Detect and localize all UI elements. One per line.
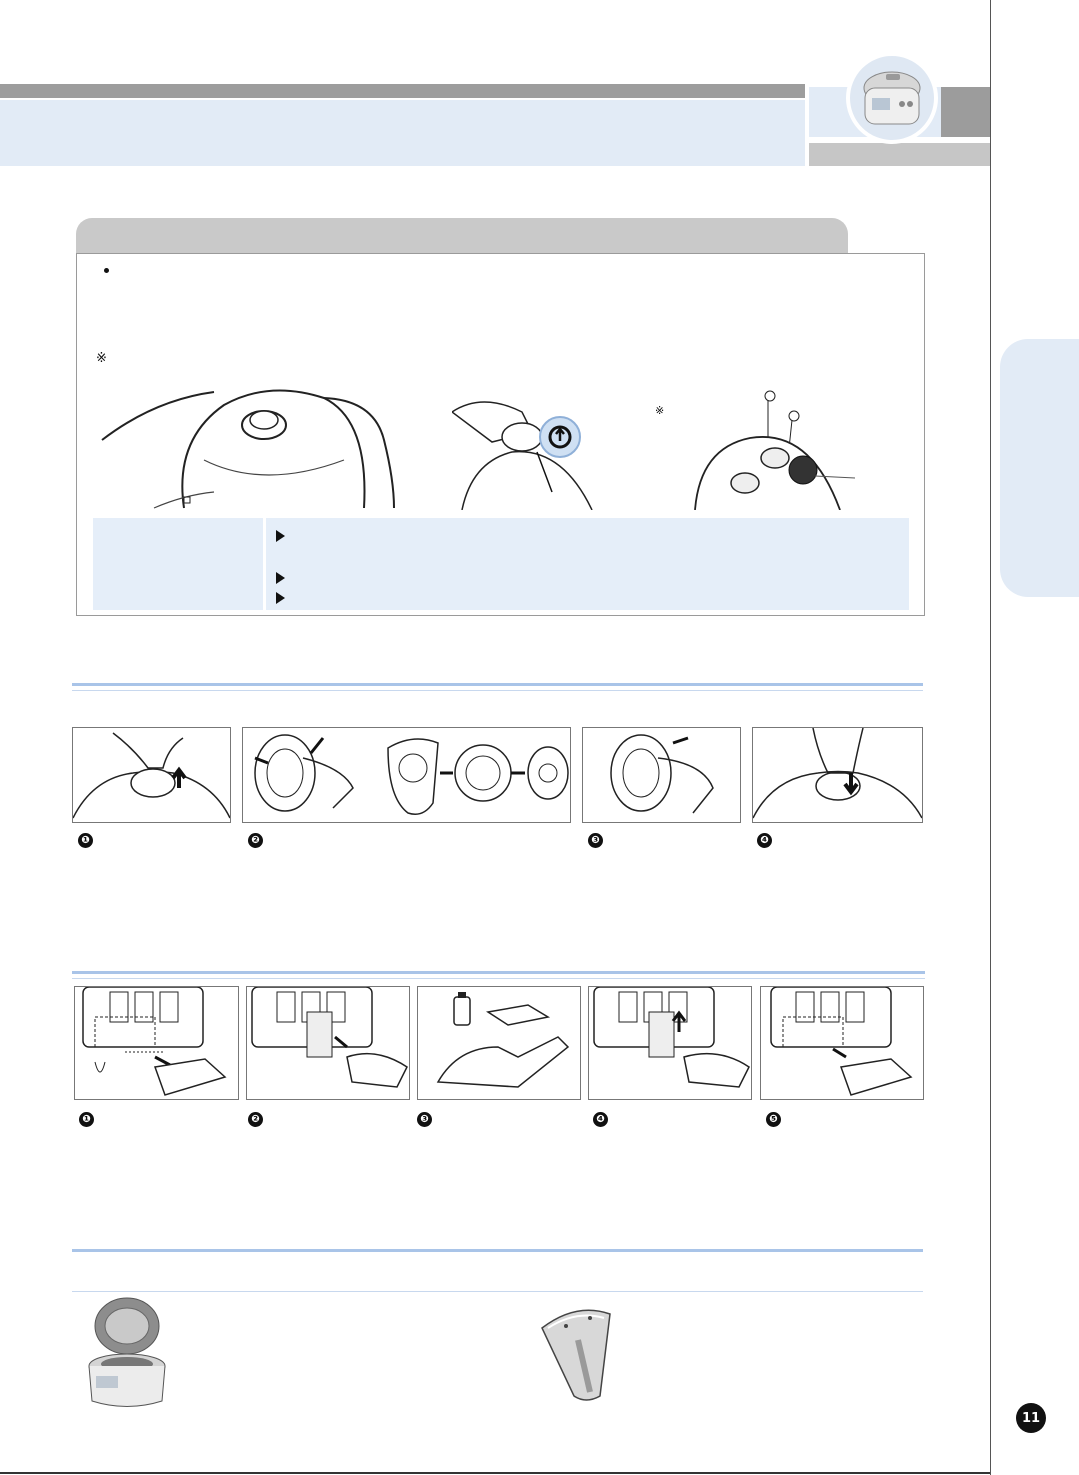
section-rule [72,1249,923,1252]
step-number-4: ❹ [757,833,772,848]
valve-illustration [690,388,855,510]
cover-step-2-photo [242,727,571,823]
cover-step-4-photo [752,727,923,823]
step-number-3: ❸ [417,1112,432,1127]
reference-mark-icon-small: ※ [655,404,665,417]
step-number-1: ❶ [78,833,93,848]
header-gray-bar [0,84,805,98]
cover-step-1-photo [72,727,231,823]
step-number-5: ❺ [766,1112,781,1127]
section-rule-thin [72,690,923,691]
step-number-2: ❷ [248,833,263,848]
triangle-marker-icon [276,592,285,604]
lid-illustration [94,380,414,510]
check-panel-divider [263,518,266,610]
step-number-2: ❷ [248,1112,263,1127]
section-rule [72,683,923,686]
info-box-title-bar [76,218,848,254]
dew-step-5-photo [760,986,924,1100]
header-title-band [0,100,805,166]
section-rule-thin [72,1291,923,1292]
chapter-tab-dark [941,87,991,137]
cover-step-3-photo [582,727,741,823]
triangle-marker-icon [276,572,285,584]
triangle-marker-icon [276,530,285,542]
reference-mark-icon: ※ [96,351,107,366]
rotate-cover-illustration [452,392,602,510]
rice-scoop-illustration [538,1300,616,1404]
dew-step-1-photo [74,986,239,1100]
section-rule-thin [72,978,925,979]
side-chapter-tab [1000,339,1079,597]
check-panel [93,518,909,610]
chapter-subtitle-strip [809,143,991,166]
page-number: 11 [1016,1403,1046,1433]
rice-cooker-open-illustration [82,1296,172,1412]
footer-rule [0,1472,990,1474]
product-thumbnail-icon [846,52,938,144]
step-number-1: ❶ [79,1112,94,1127]
section-rule [72,971,925,974]
dew-step-4-photo [588,986,752,1100]
dew-step-3-photo [417,986,581,1100]
step-number-4: ❹ [593,1112,608,1127]
step-number-3: ❸ [588,833,603,848]
dew-step-2-photo [246,986,410,1100]
bullet-icon [104,268,109,273]
page-edge-rule [990,0,991,1475]
